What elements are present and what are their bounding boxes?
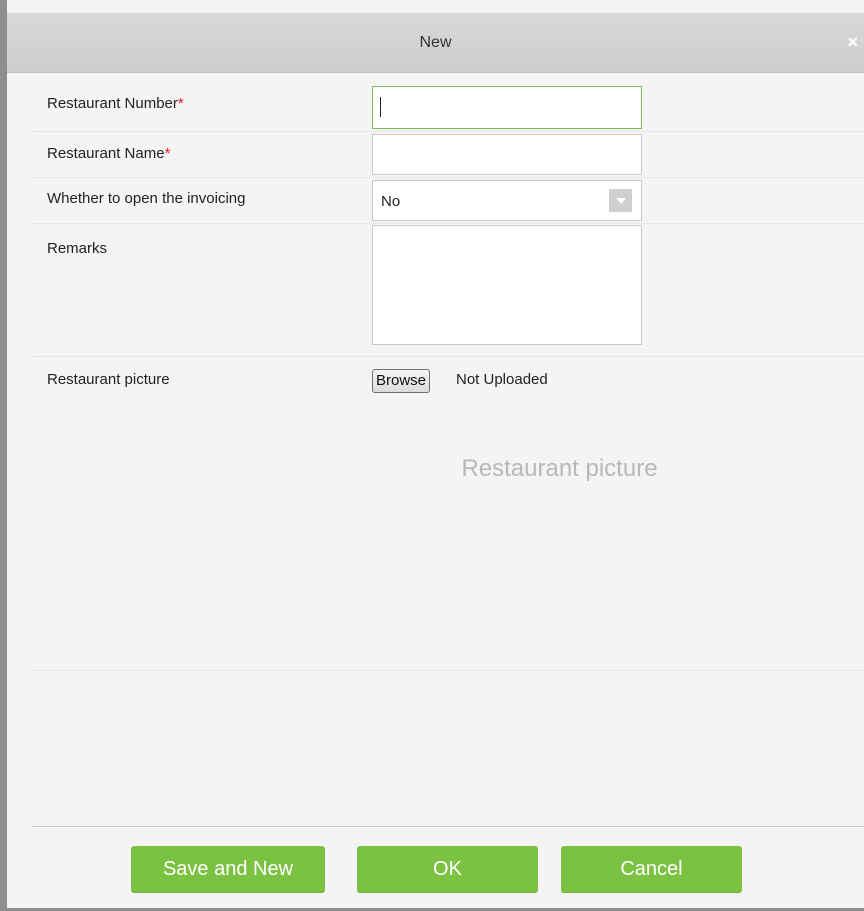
invoicing-select[interactable]: No: [372, 180, 642, 221]
chevron-down-icon[interactable]: [609, 189, 632, 212]
restaurant-picture-label: Restaurant picture: [47, 371, 170, 388]
upload-status: Not Uploaded: [456, 371, 548, 388]
restaurant-name-label: Restaurant Name*: [47, 145, 170, 162]
dialog-title: New: [419, 34, 452, 51]
ok-button[interactable]: OK: [357, 846, 538, 893]
restaurant-name-input[interactable]: [372, 134, 642, 175]
restaurant-number-input[interactable]: [372, 86, 642, 129]
new-restaurant-dialog: New × Restaurant Number* Restaurant Name…: [0, 0, 864, 911]
row-divider: [32, 356, 864, 357]
save-and-new-button[interactable]: Save and New: [131, 846, 325, 893]
required-mark: *: [177, 95, 184, 112]
picture-preview-placeholder: Restaurant picture: [461, 455, 658, 482]
restaurant-name-label-text: Restaurant Name: [47, 145, 165, 162]
footer-divider: [32, 826, 864, 827]
dialog-titlebar: New ×: [7, 13, 864, 73]
close-icon[interactable]: ×: [847, 13, 858, 72]
cancel-button[interactable]: Cancel: [561, 846, 742, 893]
text-caret: [380, 97, 381, 117]
row-divider: [32, 223, 864, 224]
row-divider: [32, 177, 864, 178]
row-divider: [32, 670, 864, 671]
invoicing-selected-value: No: [381, 193, 401, 210]
restaurant-number-label: Restaurant Number*: [47, 95, 184, 112]
remarks-textarea[interactable]: [372, 225, 642, 345]
remarks-label: Remarks: [47, 240, 108, 257]
row-divider: [32, 131, 864, 132]
restaurant-number-label-text: Restaurant Number: [47, 95, 178, 112]
required-mark: *: [164, 145, 171, 162]
invoicing-label: Whether to open the invoicing: [47, 190, 246, 207]
browse-button[interactable]: Browse: [372, 369, 431, 393]
